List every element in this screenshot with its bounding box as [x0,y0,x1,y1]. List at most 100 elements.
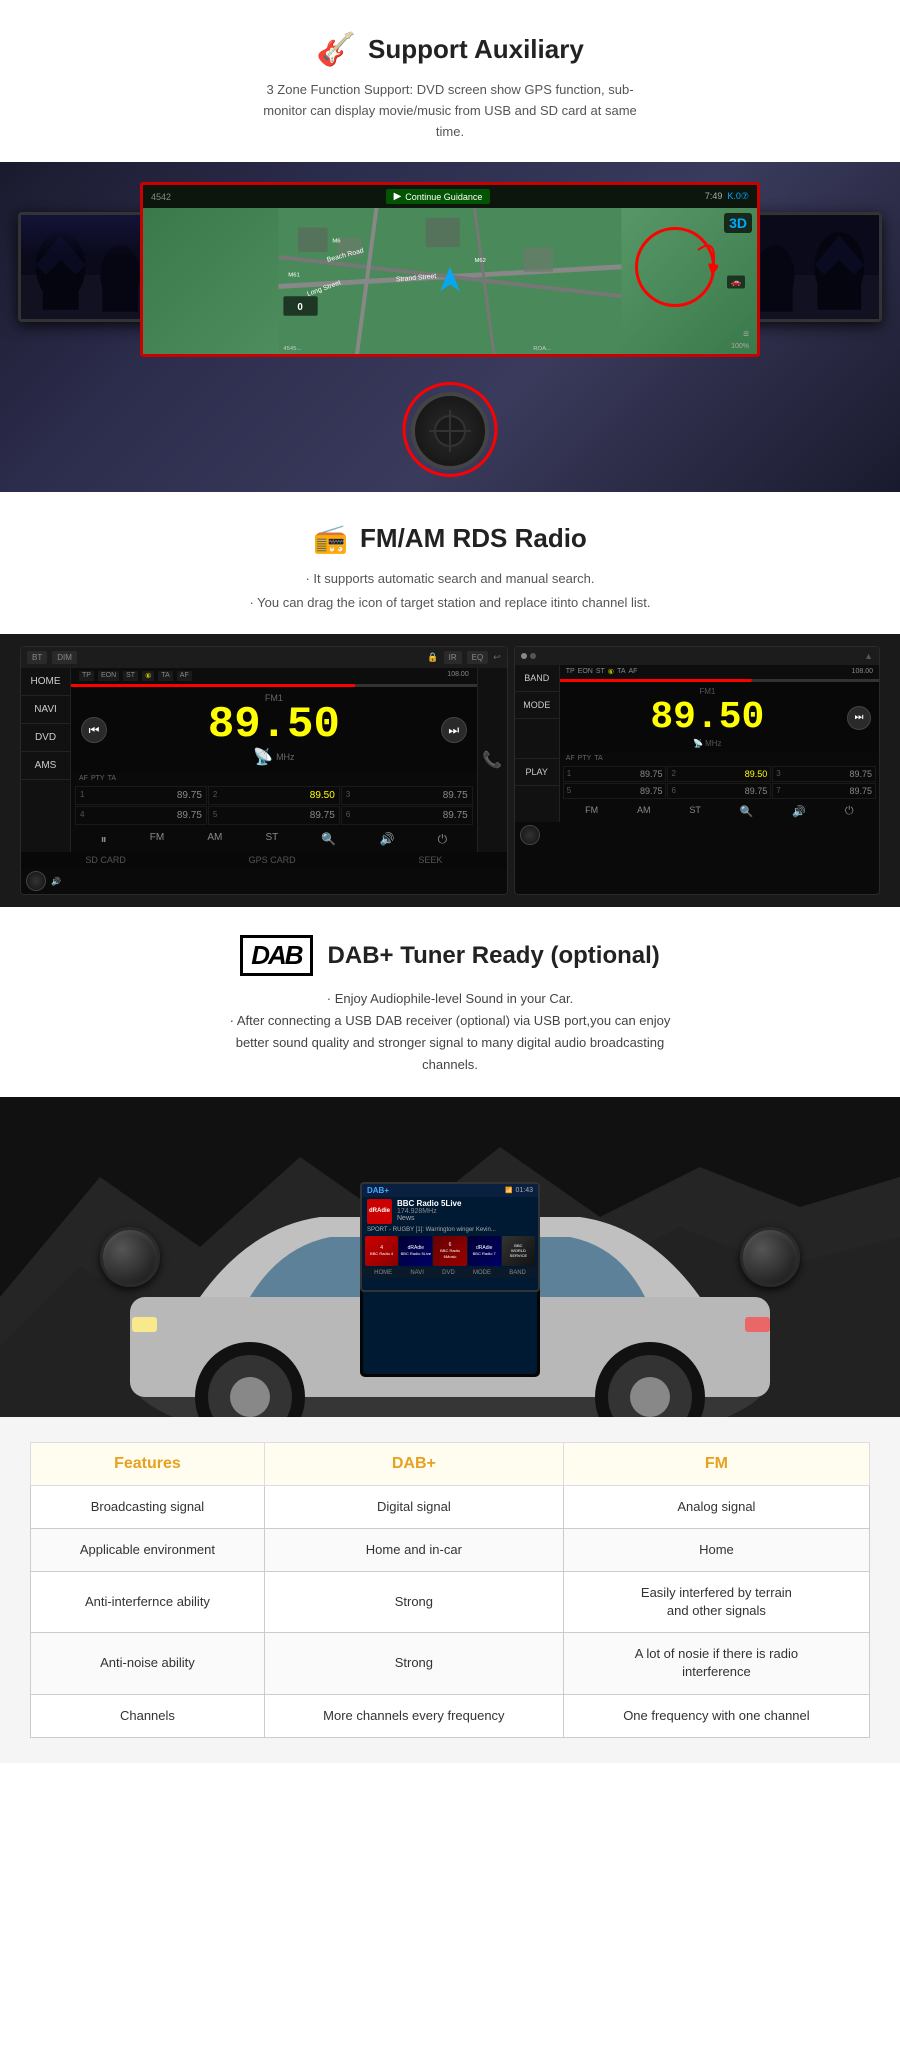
r-vol-knob[interactable] [520,825,540,845]
col-header-features: Features [31,1442,265,1485]
fm-noise: A lot of nosie if there is radiointerfer… [563,1633,869,1694]
gps-car-icon: 🚗 [727,275,745,288]
station-4[interactable]: 4 89.75 [75,806,207,825]
station-1[interactable]: 1 89.75 [75,786,207,805]
r-freq-row: FM1 89.50 📡MHz ⏭ [560,682,879,753]
freq-display-row: ⏮ FM1 89.50 📡 MHz ⏭ [71,687,477,773]
r-station-5[interactable]: 6 89.75 [667,783,771,799]
r-power-btn[interactable]: ⏻ [845,805,854,818]
gps-continue-btn[interactable]: ▶ Continue Guidance [386,189,491,204]
dim-btn[interactable]: DIM [52,651,77,664]
radio-unit-right: ▲ BAND MODE PLAY TP EON ST ⑥ [514,646,880,895]
station-2[interactable]: 2 89.50 [208,786,340,805]
seek-label[interactable]: SEEK [418,855,442,865]
feature-broadcasting: Broadcasting signal [31,1485,265,1528]
r-next-btn[interactable]: ⏭ [847,706,871,730]
dab-logo: DAB [240,935,312,976]
r-station-3[interactable]: 3 89.75 [772,766,876,782]
st-btn[interactable]: ST [265,832,278,847]
pause-btn[interactable]: ⏸ [101,832,107,847]
eq-btn[interactable]: EQ [467,651,489,664]
left-knob[interactable] [100,1227,160,1287]
radio-units-container: BT DIM 🔒 IR EQ ↩ HOME NAVI DVD AMS [20,646,880,895]
bt-btn[interactable]: BT [27,651,47,664]
play-btn[interactable]: PLAY [515,759,559,786]
auxiliary-icon: 🎸 [316,30,356,68]
r-st-btn[interactable]: ST [689,805,701,818]
r-search-btn[interactable]: 🔍 [740,805,754,818]
ir-btn[interactable]: IR [444,651,462,664]
next-btn[interactable]: ⏭ [441,717,467,743]
dab-home-btn[interactable]: HOME [374,1270,392,1276]
gps-arrow-annotation [635,227,715,307]
station-3[interactable]: 3 89.75 [341,786,473,805]
volume-btn[interactable]: 🔊 [379,832,394,847]
search-btn[interactable]: 🔍 [321,832,336,847]
r-station-grid: 1 89.75 2 89.50 3 89.75 5 [560,764,879,801]
r-station-4[interactable]: 5 89.75 [563,783,667,799]
station-6[interactable]: 6 89.75 [341,806,473,825]
dab-band-btn[interactable]: BAND [509,1270,526,1276]
home-btn[interactable]: HOME [21,668,70,696]
steering-highlight [403,382,498,477]
radio-top-right: 🔒 IR EQ ↩ [427,651,500,664]
r-station-6[interactable]: 7 89.75 [772,783,876,799]
r-fm-btn[interactable]: FM [585,805,598,818]
gps-header: 4542 ▶ Continue Guidance 7:49 K.0⑦ [143,185,757,208]
dab-ch-world[interactable]: BBCWORLDSERVICE [502,1236,535,1266]
dab-ch-5live[interactable]: dRAdieBBC Radio 5Live [399,1236,432,1266]
ams-btn[interactable]: AMS [21,752,70,780]
radio-ui-section: BT DIM 🔒 IR EQ ↩ HOME NAVI DVD AMS [0,634,900,907]
power-btn[interactable]: ⏻ [438,832,448,847]
dab-section: DAB DAB+ Tuner Ready (optional) · Enjoy … [0,907,900,1096]
station-grid: 1 89.75 2 89.50 3 89.75 4 [71,784,477,827]
dab-ch-4[interactable]: 4BBC Radio 4 [365,1236,398,1266]
dab-ch-7[interactable]: dRAdieBBC Radio 7 [468,1236,501,1266]
mode-btn[interactable]: MODE [515,692,559,719]
r-bottom-controls: FM AM ST 🔍 🔊 ⏻ [560,801,879,822]
fm-btn[interactable]: FM [150,832,164,847]
dab-car-background: DAB+ 📶 01:43 dRAdie BBC Radio 5Live 174.… [0,1097,900,1417]
dvd-btn[interactable]: DVD [21,724,70,752]
monitor-right-screen [740,215,879,319]
auxiliary-title: Support Auxiliary [368,34,584,65]
r-mhz: 📡MHz [568,739,847,748]
dab-ch-6[interactable]: 6BBC Radio 6Music [433,1236,466,1266]
car-image-section: 4542 ▶ Continue Guidance 7:49 K.0⑦ [0,162,900,492]
r-station-1[interactable]: 1 89.75 [563,766,667,782]
dab-station-area: dRAdie BBC Radio 5Live 174.928MHz News [362,1197,538,1226]
r-frequency: 89.50 [650,696,764,739]
dab-channels: More channels every frequency [264,1694,563,1737]
dab-interference: Strong [264,1571,563,1632]
arrow-icon: ▲ [864,651,873,661]
col-header-dab: DAB+ [264,1442,563,1485]
right-knob[interactable] [740,1227,800,1287]
am-btn[interactable]: AM [207,832,222,847]
gps-card-label[interactable]: GPS CARD [249,855,296,865]
svg-text:M62: M62 [475,258,486,264]
feature-interference: Anti-interfernce ability [31,1571,265,1632]
dab-navi-btn[interactable]: NAVI [410,1270,424,1276]
r-vol-btn[interactable]: 🔊 [792,805,806,818]
vol-indicator-row: 🔊 [21,868,507,894]
main-frequency: 89.50 [208,700,340,750]
navi-btn[interactable]: NAVI [21,696,70,724]
r-station-2[interactable]: 2 89.50 [667,766,771,782]
band-btn[interactable]: BAND [515,665,559,692]
right-radio-body: BAND MODE PLAY TP EON ST ⑥ TA AF 1 [515,665,879,822]
r-tag-af: AF [629,668,638,676]
station-5[interactable]: 5 89.75 [208,806,340,825]
sd-card-label[interactable]: SD CARD [85,855,126,865]
r-freq-right: 108.00 [852,668,873,676]
led-indicator2 [530,653,536,659]
dab-dvd-btn[interactable]: DVD [442,1270,455,1276]
dab-car-section: DAB+ 📶 01:43 dRAdie BBC Radio 5Live 174.… [0,1097,900,1417]
prev-btn[interactable]: ⏮ [81,717,107,743]
phone-icon[interactable]: 📞 [477,668,507,852]
vol-knob-small[interactable] [26,871,46,891]
features-section: Features DAB+ FM Broadcasting signal Dig… [0,1417,900,1763]
r-am-btn[interactable]: AM [637,805,651,818]
svg-text:M61: M61 [288,273,299,279]
dab-mode-btn[interactable]: MODE [473,1270,491,1276]
main-freq-display: FM1 89.50 📡 MHz [208,693,340,767]
